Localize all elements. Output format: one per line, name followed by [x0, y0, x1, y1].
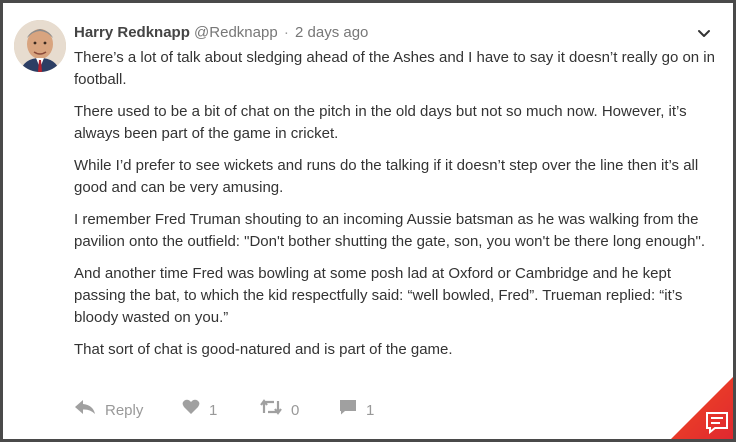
- separator-dot: ·: [283, 24, 289, 41]
- author-handle[interactable]: @Redknapp: [194, 24, 278, 41]
- comment-paragraph: And another time Fred was bowling at som…: [74, 265, 683, 326]
- comment-count: 1: [366, 401, 375, 419]
- comment-paragraph: That sort of chat is good-natured and is…: [74, 341, 453, 358]
- chat-widget-button[interactable]: [671, 377, 733, 439]
- repost-icon: [260, 399, 282, 422]
- reply-label: Reply: [105, 401, 144, 419]
- comment-button[interactable]: 1: [339, 399, 374, 422]
- repost-count: 0: [291, 401, 300, 419]
- comment-paragraph: There’s a lot of talk about sledging ahe…: [74, 49, 715, 88]
- author-name[interactable]: Harry Redknapp: [74, 24, 190, 41]
- comment-paragraph: I remember Fred Truman shouting to an in…: [74, 211, 705, 250]
- avatar-image: [14, 20, 66, 72]
- speech-bubble-icon: [339, 399, 357, 422]
- comment-paragraph: There used to be a bit of chat on the pi…: [74, 103, 687, 142]
- chat-icon: [671, 377, 733, 439]
- comment-header: Harry Redknapp @Redknapp · 2 days ago: [74, 22, 713, 44]
- reply-arrow-icon: [74, 399, 96, 422]
- reply-button[interactable]: Reply: [74, 399, 143, 422]
- repost-button[interactable]: 0: [260, 399, 299, 422]
- comment-paragraph: While I’d prefer to see wickets and runs…: [74, 157, 699, 196]
- like-button[interactable]: 1: [182, 399, 217, 422]
- comment-body: There’s a lot of talk about sledging ahe…: [74, 47, 724, 371]
- chevron-down-icon[interactable]: [695, 22, 713, 44]
- like-count: 1: [209, 401, 218, 419]
- heart-icon: [182, 399, 200, 422]
- comment-card: Harry Redknapp @Redknapp · 2 days ago Th…: [3, 3, 733, 439]
- avatar[interactable]: [14, 20, 66, 72]
- timestamp[interactable]: 2 days ago: [295, 24, 368, 41]
